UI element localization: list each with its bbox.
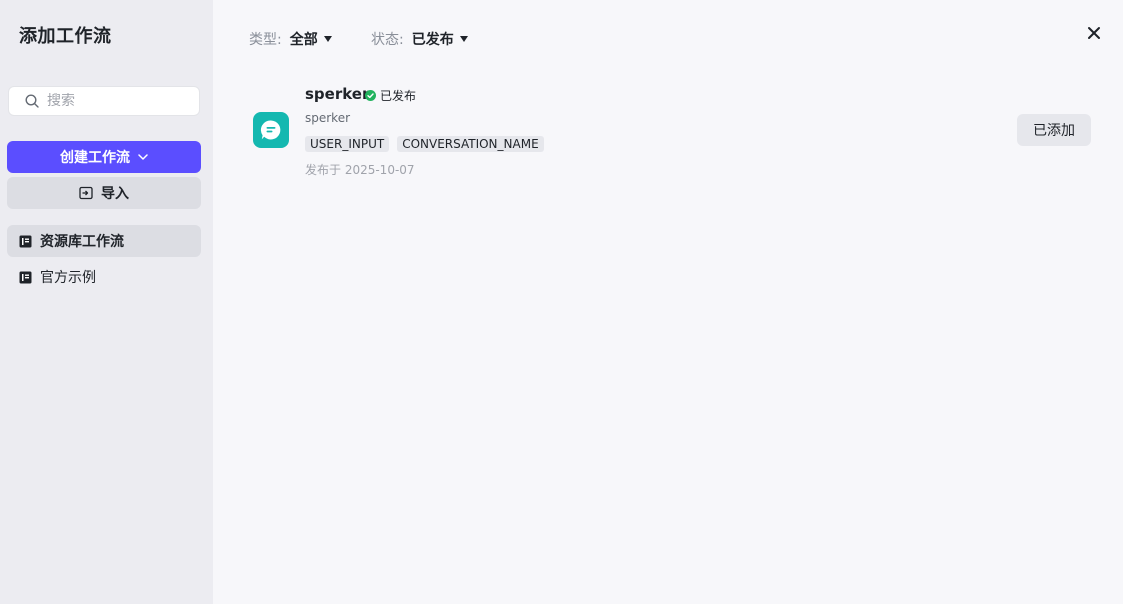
check-circle-icon xyxy=(365,90,376,101)
status-filter-label: 状态: xyxy=(371,32,404,48)
create-workflow-button[interactable]: 创建工作流 xyxy=(7,141,201,173)
status-filter[interactable]: 状态: 已发布 xyxy=(371,29,468,49)
close-icon xyxy=(1088,27,1100,39)
workflow-name: sperker xyxy=(305,85,370,103)
dialog-title: 添加工作流 xyxy=(19,26,112,47)
main-panel: 类型: 全部 状态: 已发布 sperker 已发布 sperker USER_… xyxy=(213,0,1123,604)
search-icon xyxy=(25,94,39,108)
search-input[interactable] xyxy=(47,93,187,109)
chevron-down-icon xyxy=(138,154,148,160)
caret-down-icon xyxy=(459,36,468,42)
search-box[interactable] xyxy=(8,86,200,116)
sidebar: 添加工作流 创建工作流 导入 xyxy=(0,0,213,604)
input-tags: USER_INPUT CONVERSATION_NAME xyxy=(305,136,552,152)
import-button[interactable]: 导入 xyxy=(7,177,201,209)
status-filter-value: 已发布 xyxy=(411,32,454,48)
publish-date: 发布于 2025-10-07 xyxy=(305,163,415,177)
import-icon xyxy=(79,186,93,200)
status-badge: 已发布 xyxy=(365,87,416,104)
nav-item-official-examples[interactable]: 官方示例 xyxy=(7,261,201,293)
type-filter[interactable]: 类型: 全部 xyxy=(249,29,332,49)
workflow-card[interactable]: sperker 已发布 sperker USER_INPUT CONVERSAT… xyxy=(253,80,1093,184)
type-filter-value: 全部 xyxy=(289,32,318,48)
caret-down-icon xyxy=(323,36,332,42)
library-icon xyxy=(19,235,32,247)
import-label: 导入 xyxy=(101,186,129,202)
type-filter-label: 类型: xyxy=(249,32,282,48)
create-workflow-label: 创建工作流 xyxy=(60,150,130,166)
nav-item-label: 官方示例 xyxy=(40,270,96,286)
chat-bubble-icon xyxy=(253,112,289,148)
tag: CONVERSATION_NAME xyxy=(397,136,544,152)
nav-item-library-workflows[interactable]: 资源库工作流 xyxy=(7,225,201,257)
nav-item-label: 资源库工作流 xyxy=(40,234,124,250)
workflow-description: sperker xyxy=(305,111,351,125)
close-button[interactable] xyxy=(1085,24,1103,42)
library-icon xyxy=(19,271,32,283)
status-badge-label: 已发布 xyxy=(380,89,417,103)
add-workflow-dialog: 添加工作流 创建工作流 导入 xyxy=(0,0,1123,604)
added-button[interactable]: 已添加 xyxy=(1017,114,1091,146)
tag: USER_INPUT xyxy=(305,136,390,152)
